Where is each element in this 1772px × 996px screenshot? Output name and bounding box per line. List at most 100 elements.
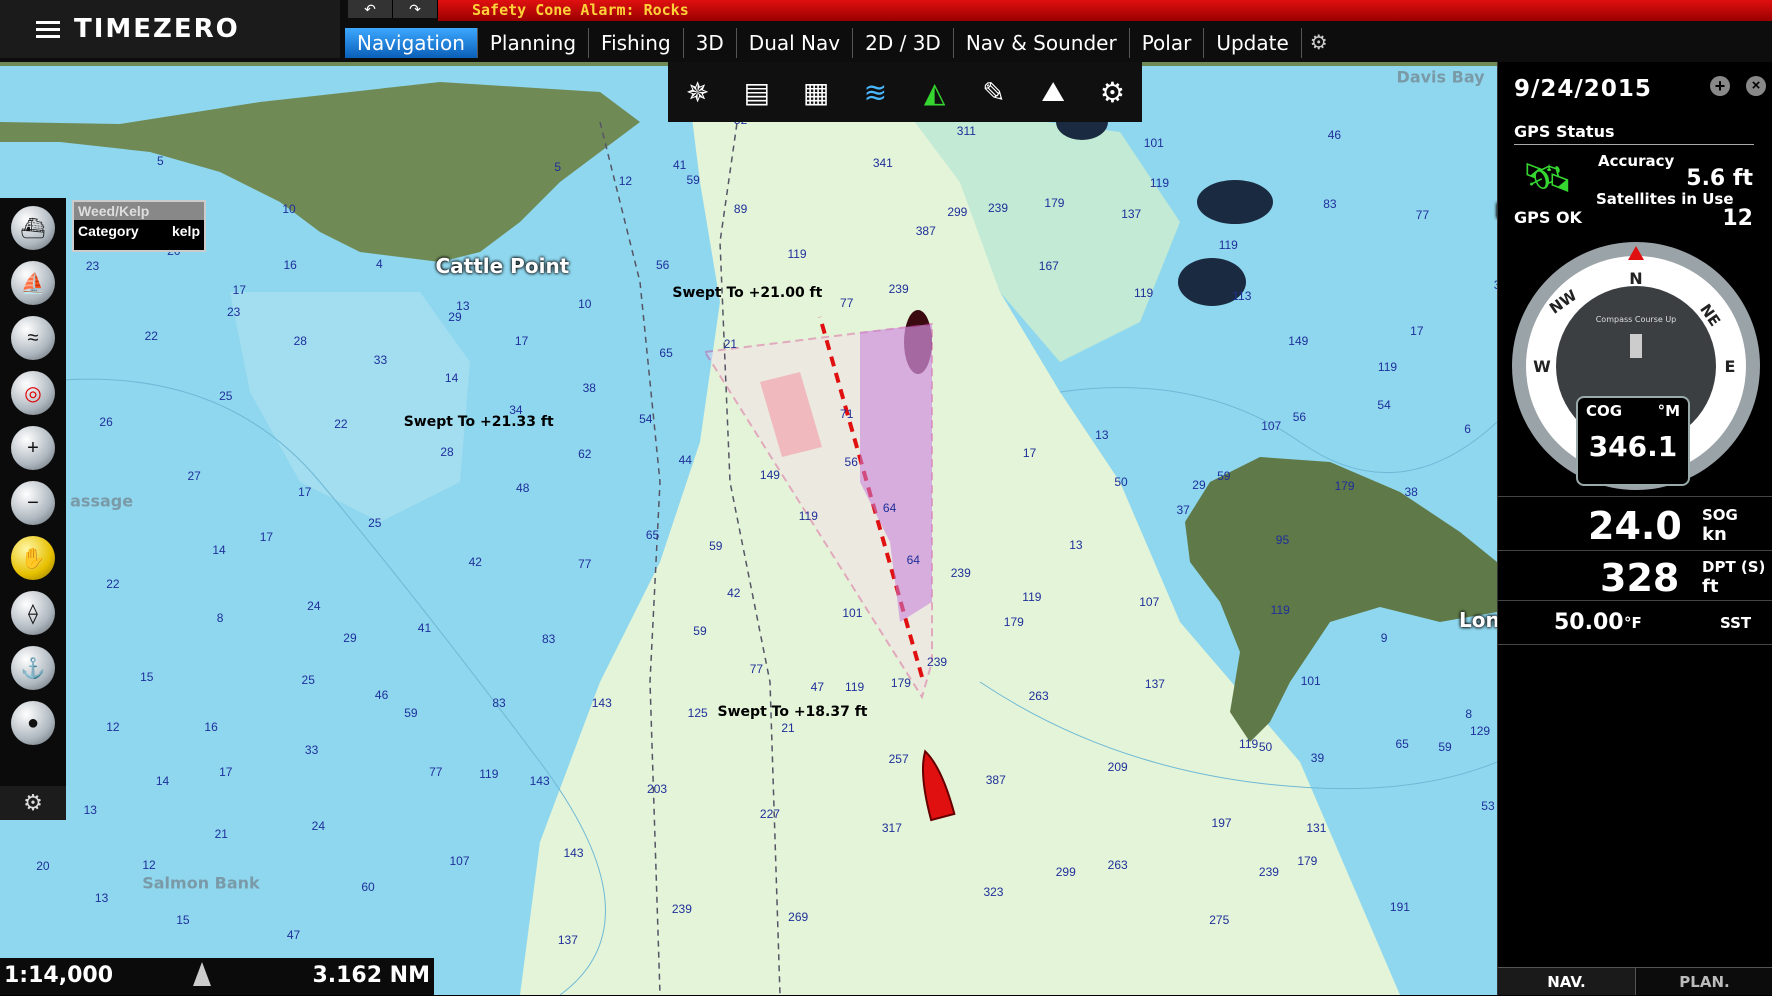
chart-catalog-icon[interactable]: ▦ [793, 69, 839, 115]
depth-sounding: 143 [591, 695, 612, 710]
place-label[interactable]: Long Island [1459, 608, 1497, 632]
sonar-icon[interactable]: ≋ [852, 69, 898, 115]
depth-sounding: 387 [915, 224, 936, 239]
depth-sounding: 119 [787, 246, 807, 261]
compass-mode: Compass Course Up [1596, 315, 1677, 324]
ebl-vrm-icon: ⟠ [11, 591, 55, 635]
add-widget-icon[interactable]: + [1710, 76, 1730, 96]
tab-3d[interactable]: 3D [684, 28, 737, 58]
tab-navigation[interactable]: Navigation [345, 28, 478, 58]
depth-sounding: 149 [759, 468, 780, 483]
north-arrow-icon[interactable] [193, 962, 211, 986]
depth-sounding: 143 [563, 845, 584, 860]
boat-center-button[interactable]: ⛴ [5, 203, 61, 253]
boat-motion-button[interactable]: ≈ [5, 313, 61, 363]
depth-sounding: 14 [444, 370, 459, 385]
depth-sounding: 299 [1055, 864, 1076, 879]
depth-sounding: 13 [83, 803, 97, 818]
plan-button[interactable]: PLAN. [1635, 967, 1772, 995]
place-label[interactable]: assage [70, 492, 133, 511]
alarm-ring-button[interactable]: ◎ [5, 368, 61, 418]
depth-sounding: 119 [1239, 737, 1259, 752]
chart-range[interactable]: 3.162 NM [312, 963, 430, 988]
depth-sounding: 15 [140, 669, 154, 684]
redo-icon[interactable]: ↷ [393, 0, 438, 18]
place-label[interactable]: Cattle Point [436, 254, 570, 278]
depth-sounding: 22 [106, 576, 120, 591]
pan-hand-button[interactable]: ✋ [5, 533, 61, 583]
depth-sounding: 59 [1217, 469, 1231, 484]
boat-target-button[interactable]: ⚓ [5, 643, 61, 693]
boat-center-icon: ⛴ [11, 206, 55, 250]
undo-redo-group: ↶ ↷ [348, 0, 438, 18]
object-info-popup[interactable]: Weed/Kelp Category kelp [72, 200, 206, 252]
tab-settings-gear-icon[interactable]: ⚙ [1302, 28, 1336, 58]
depth-sounding: 101 [1143, 135, 1164, 150]
app-logo[interactable]: TIMEZERO [0, 0, 340, 58]
nautical-chart[interactable]: Cattle PointBuck IslandLong IslandSalmon… [0, 62, 1497, 995]
close-icon[interactable]: × [1746, 76, 1766, 96]
depth-sounding: 29 [343, 630, 357, 645]
depth-sounding: 137 [557, 933, 578, 948]
settings-gear-icon[interactable]: ⚙ [1089, 69, 1135, 115]
divider [1498, 550, 1772, 551]
alarm-banner[interactable]: Safety Cone Alarm: Rocks [438, 0, 1772, 21]
tab-nav-sounder[interactable]: Nav & Sounder [954, 28, 1130, 58]
marker-pen-icon[interactable]: ✎ [971, 69, 1017, 115]
settings-gear-icon[interactable]: ⚙ [0, 786, 66, 820]
depth-sounding: 197 [1211, 815, 1232, 830]
depth-sounding: 239 [888, 282, 909, 297]
swept-depth-label[interactable]: Swept To +21.00 ft [672, 285, 822, 301]
ebl-vrm-button[interactable]: ⟠ [5, 588, 61, 638]
place-label[interactable]: Davis Bay [1397, 67, 1485, 86]
depth-sounding: 239 [1258, 864, 1279, 879]
depth-sounding: 60 [361, 880, 375, 895]
depth-sounding: 47 [810, 679, 825, 694]
depth-unit: ft [1702, 576, 1719, 597]
depth-sounding: 39 [1310, 750, 1325, 765]
zoom-in-button[interactable]: + [5, 423, 61, 473]
alarm-ring-icon: ◎ [11, 371, 55, 415]
tab-update[interactable]: Update [1204, 28, 1302, 58]
landscape-3d-icon[interactable]: ⛰ [1030, 69, 1076, 115]
depth-sounding: 25 [301, 673, 315, 688]
depth-sounding: 65 [659, 346, 673, 361]
undo-icon[interactable]: ↶ [348, 0, 393, 18]
tab-planning[interactable]: Planning [478, 28, 590, 58]
depth-sounding: 239 [671, 901, 692, 916]
route-tracking-icon[interactable]: ◭ [912, 69, 958, 115]
depth-sounding: 107 [1139, 594, 1160, 609]
depth-sounding: 119 [1134, 285, 1154, 300]
mob-button[interactable]: ● [5, 698, 61, 748]
compass-rose-icon[interactable]: ✵ [675, 69, 721, 115]
tab-dual-nav[interactable]: Dual Nav [737, 28, 854, 58]
depth-sounding: 24 [311, 818, 326, 833]
zoom-in-icon: + [11, 426, 55, 470]
depth-sounding: 59 [404, 705, 418, 720]
tab-2d-3d[interactable]: 2D / 3D [853, 28, 954, 58]
gps-status-title: GPS Status [1514, 122, 1754, 145]
zoom-out-button[interactable]: − [5, 478, 61, 528]
depth-sounding: 119 [845, 679, 865, 694]
depth-sounding: 64 [906, 553, 920, 568]
boat-heading-button[interactable]: ⛵ [5, 258, 61, 308]
swept-depth-label[interactable]: Swept To +21.33 ft [404, 414, 554, 430]
depth-sounding: 37 [1176, 503, 1190, 518]
depth-sounding: 16 [283, 257, 297, 272]
depth-sounding: 12 [142, 858, 156, 873]
tab-polar[interactable]: Polar [1130, 28, 1205, 58]
boat-target-icon: ⚓ [11, 646, 55, 690]
depth-sounding: 59 [686, 172, 700, 187]
popup-title: Weed/Kelp [74, 202, 204, 220]
depth-sounding: 119 [1218, 237, 1238, 252]
swept-depth-label[interactable]: Swept To +18.37 ft [718, 704, 868, 720]
hamburger-menu-icon[interactable] [36, 17, 60, 42]
nav-button[interactable]: NAV. [1498, 967, 1635, 995]
tab-fishing[interactable]: Fishing [589, 28, 684, 58]
depth-sounding: 24 [307, 599, 321, 614]
chart-scale[interactable]: 1:14,000 [4, 963, 113, 988]
place-label[interactable]: Salmon Bank [142, 873, 259, 892]
brand-name: TIMEZERO [74, 14, 240, 44]
chart-layers-icon[interactable]: ▤ [734, 69, 780, 115]
sog-label: SOG [1702, 506, 1738, 524]
